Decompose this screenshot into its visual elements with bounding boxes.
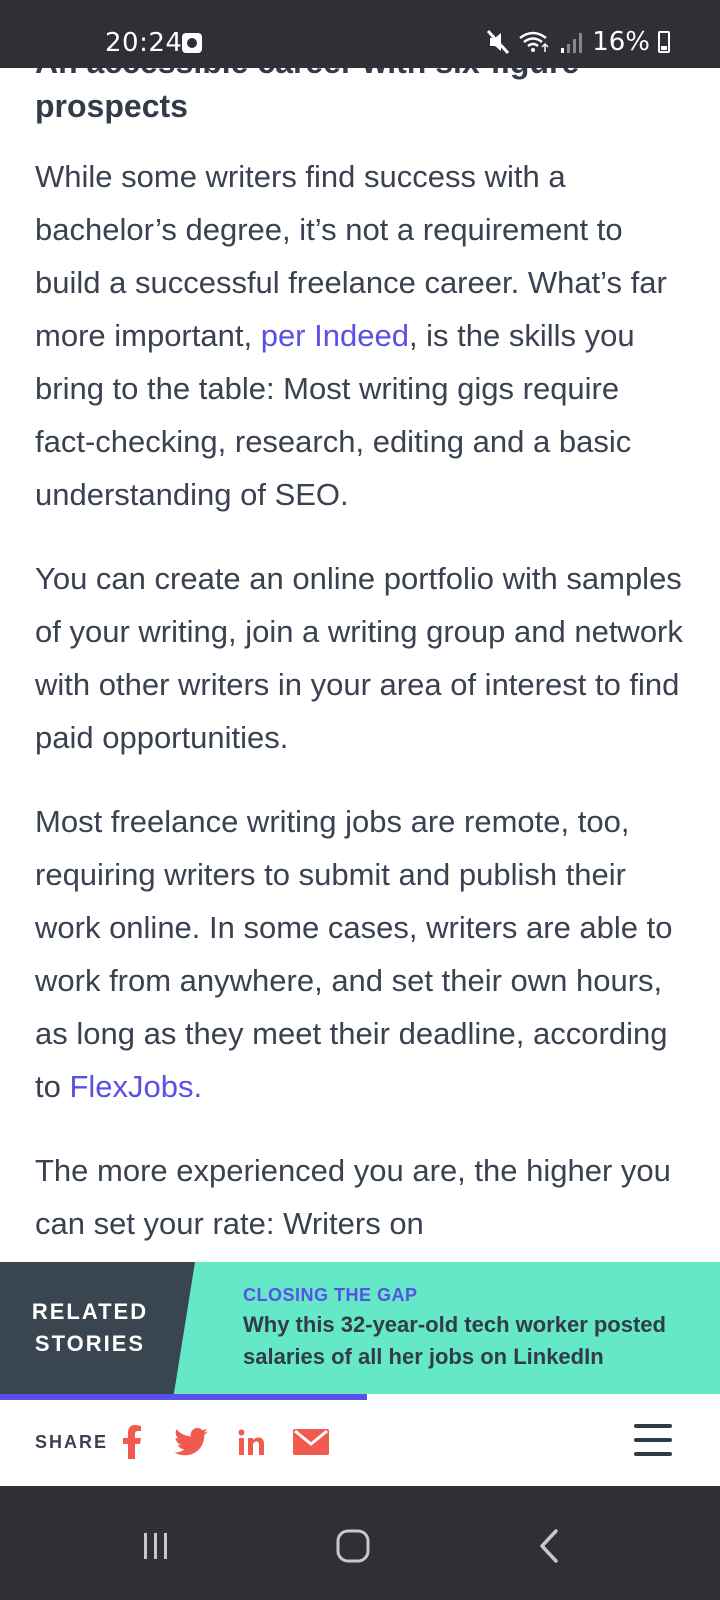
status-bar: 20:24 16% bbox=[0, 0, 720, 68]
paragraph-1: While some writers find success with a b… bbox=[35, 150, 685, 521]
paragraph-2: You can create an online portfolio with … bbox=[35, 561, 683, 755]
related-label-line-1: RELATED bbox=[31, 1299, 149, 1324]
signal-icon bbox=[561, 33, 583, 53]
back-button[interactable] bbox=[520, 1516, 580, 1576]
twitter-icon[interactable] bbox=[171, 1422, 211, 1462]
back-icon bbox=[540, 1529, 558, 1563]
paragraph-3: Most freelance writing jobs are remote, … bbox=[35, 795, 685, 1113]
share-bar: SHARE bbox=[0, 1400, 720, 1486]
status-time: 20:24 bbox=[105, 28, 183, 58]
related-title-line-1: Why this 32-year-old tech worker posted bbox=[243, 1312, 666, 1337]
status-icons: 16% bbox=[486, 27, 670, 57]
hamburger-menu-icon[interactable] bbox=[634, 1424, 672, 1456]
related-label-line-2: STORIES bbox=[34, 1331, 146, 1356]
article-body: An accessible career with six-figure pro… bbox=[35, 40, 685, 1281]
related-title-line-2: salaries of all her jobs on LinkedIn bbox=[243, 1344, 604, 1369]
facebook-icon[interactable] bbox=[112, 1422, 152, 1462]
paragraph-4: The more experienced you are, the higher… bbox=[35, 1153, 671, 1241]
flexjobs-link[interactable]: FlexJobs. bbox=[69, 1069, 202, 1104]
related-stories-banner[interactable]: RELATED STORIES CLOSING THE GAP Why this… bbox=[0, 1262, 720, 1396]
share-label: SHARE bbox=[35, 1432, 109, 1452]
related-stories-label: RELATED STORIES bbox=[0, 1296, 180, 1360]
wifi-icon bbox=[519, 31, 549, 52]
mute-icon bbox=[487, 29, 510, 55]
recent-apps-icon bbox=[144, 1533, 167, 1559]
recent-apps-button[interactable] bbox=[126, 1516, 186, 1576]
linkedin-icon[interactable] bbox=[231, 1422, 271, 1462]
system-nav-bar bbox=[0, 1486, 720, 1600]
reading-progress-bar bbox=[0, 1394, 720, 1400]
screen-record-icon bbox=[182, 33, 202, 53]
related-story-title[interactable]: Why this 32-year-old tech worker posted … bbox=[243, 1309, 666, 1373]
related-story-kicker: CLOSING THE GAP bbox=[243, 1285, 418, 1305]
home-button[interactable] bbox=[323, 1516, 383, 1576]
battery-percent: 16% bbox=[592, 27, 650, 57]
home-icon bbox=[336, 1529, 370, 1563]
paragraph-3-text-a: Most freelance writing jobs are remote, … bbox=[35, 804, 673, 1104]
email-icon[interactable] bbox=[291, 1422, 331, 1462]
related-stories-label-box: RELATED STORIES bbox=[0, 1262, 195, 1396]
battery-icon bbox=[658, 31, 670, 53]
per-indeed-link[interactable]: per Indeed bbox=[261, 318, 409, 353]
reading-progress-fill bbox=[0, 1394, 368, 1400]
